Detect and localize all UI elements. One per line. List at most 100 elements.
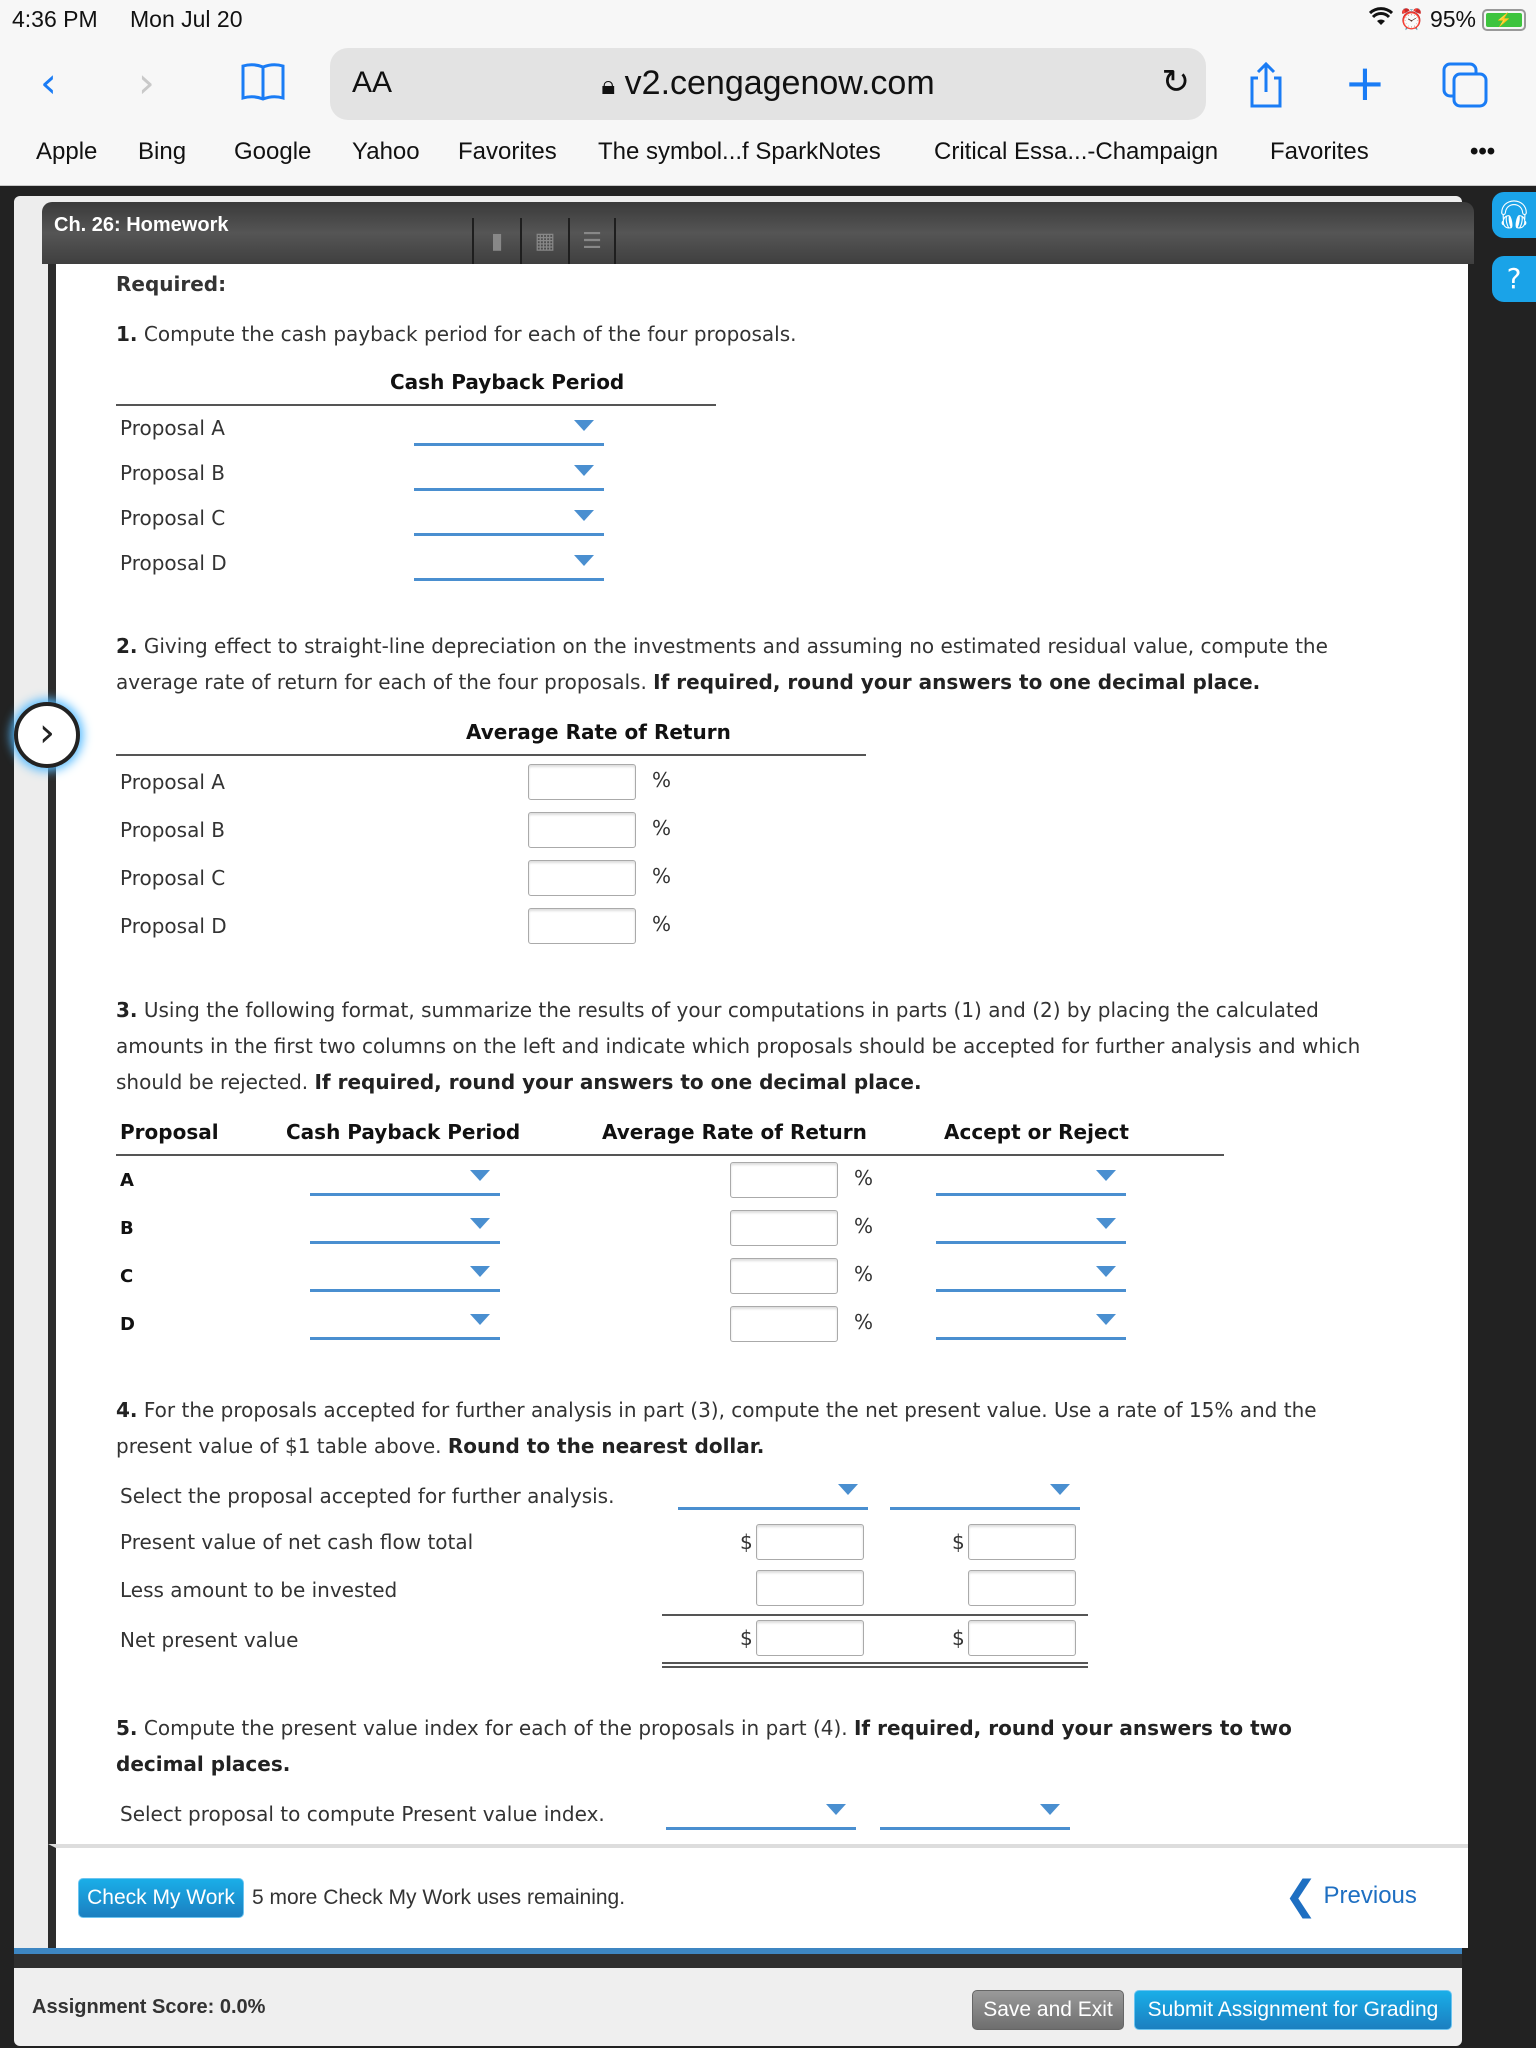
part2-arr-input-d[interactable] — [528, 908, 636, 944]
back-icon[interactable]: ‹ — [40, 58, 57, 108]
part4-row-label: Less amount to be invested — [120, 1578, 398, 1602]
book-icon[interactable] — [240, 62, 286, 113]
part4-invested-input-2[interactable] — [968, 1570, 1076, 1606]
reload-icon[interactable]: ↻ — [1162, 62, 1191, 102]
toolbar: ▮ ▦ ☰ — [472, 218, 616, 266]
part3-prompt-line3: should be rejected. If required, round y… — [116, 1070, 922, 1094]
bookmark-yahoo[interactable]: Yahoo — [352, 138, 420, 166]
alarm-icon: ⏰ — [1399, 9, 1424, 31]
part5-proposal-dropdown-2[interactable] — [880, 1796, 1070, 1830]
tabs-icon[interactable] — [1442, 62, 1490, 119]
part3-row-label: B — [120, 1218, 134, 1239]
part3-payback-dropdown-d[interactable] — [310, 1306, 500, 1340]
part4-subtotal-rule — [662, 1614, 1088, 1616]
bookmark-favorites[interactable]: Favorites — [458, 138, 557, 166]
percent-sign: % — [854, 1166, 874, 1190]
part3-row-label: A — [120, 1170, 134, 1191]
ebook-icon[interactable]: ▮ — [472, 218, 520, 266]
percent-sign: % — [854, 1310, 874, 1334]
part4-invested-input-1[interactable] — [756, 1570, 864, 1606]
battery-percent: 95% — [1429, 6, 1476, 32]
part1-payback-dropdown-b[interactable] — [414, 457, 604, 491]
part4-npv-input-1[interactable] — [756, 1620, 864, 1656]
status-bar: 4:36 PM Mon Jul 20 ⏰ 95% ⚡ — [12, 6, 1526, 36]
part1-row-label: Proposal D — [120, 551, 227, 575]
part3-arr-input-a[interactable] — [730, 1162, 838, 1198]
part4-total-double-rule — [662, 1662, 1088, 1668]
part3-accept-dropdown-d[interactable] — [936, 1306, 1126, 1340]
bookmark-apple[interactable]: Apple — [36, 138, 97, 166]
percent-sign: % — [652, 912, 672, 936]
part3-payback-dropdown-b[interactable] — [310, 1210, 500, 1244]
bookmark-critical-essays[interactable]: Critical Essa...-Champaign — [934, 138, 1218, 166]
bookmark-sparknotes[interactable]: The symbol...f SparkNotes — [598, 138, 881, 166]
more-bookmarks-icon[interactable]: ••• — [1470, 138, 1495, 166]
part3-arr-input-b[interactable] — [730, 1210, 838, 1246]
new-tab-icon[interactable]: + — [1344, 58, 1386, 108]
check-my-work-button[interactable]: Check My Work — [78, 1878, 244, 1918]
part2-arr-input-b[interactable] — [528, 812, 636, 848]
part4-proposal-dropdown-1[interactable] — [678, 1476, 868, 1510]
notes-icon[interactable]: ☰ — [568, 218, 616, 266]
part5-prompt-line2: decimal places. — [116, 1752, 291, 1776]
bookmark-bing[interactable]: Bing — [138, 138, 186, 166]
assignment-bottom-bar: Assignment Score: 0.0% Save and Exit Sub… — [14, 1968, 1462, 2046]
expand-panel-button[interactable]: › — [14, 702, 80, 768]
status-time: 4:36 PM — [12, 6, 98, 32]
part4-npv-input-2[interactable] — [968, 1620, 1076, 1656]
footer-band — [14, 1954, 1462, 1968]
part4-proposal-dropdown-2[interactable] — [890, 1476, 1080, 1510]
part3-payback-dropdown-c[interactable] — [310, 1258, 500, 1292]
part1-payback-dropdown-a[interactable] — [414, 412, 604, 446]
status-right: ⏰ 95% ⚡ — [1369, 6, 1526, 33]
part3-prompt-line1: 3. Using the following format, summarize… — [116, 998, 1319, 1022]
part5-proposal-dropdown-1[interactable] — [666, 1796, 856, 1830]
percent-sign: % — [652, 816, 672, 840]
previous-label: Previous — [1323, 1882, 1417, 1909]
part3-arr-input-c[interactable] — [730, 1258, 838, 1294]
part3-payback-dropdown-a[interactable] — [310, 1162, 500, 1196]
part1-column-header: Cash Payback Period — [390, 370, 625, 394]
percent-sign: % — [652, 768, 672, 792]
forward-icon[interactable]: › — [138, 58, 155, 108]
headset-icon[interactable]: 🎧︎ — [1492, 192, 1536, 238]
bookmarks-bar: Apple Bing Google Yahoo Favorites The sy… — [0, 138, 1536, 172]
part2-row-label: Proposal D — [120, 914, 227, 938]
part3-accept-dropdown-b[interactable] — [936, 1210, 1126, 1244]
part2-arr-input-c[interactable] — [528, 860, 636, 896]
submit-assignment-button[interactable]: Submit Assignment for Grading — [1134, 1990, 1452, 2030]
part3-header-proposal: Proposal — [120, 1120, 219, 1144]
assignment-score: Assignment Score: 0.0% — [32, 1996, 266, 2018]
part1-prompt: 1. Compute the cash payback period for e… — [116, 322, 797, 346]
calculator-icon[interactable]: ▦ — [520, 218, 568, 266]
lock-icon: 🔒︎ — [601, 70, 616, 100]
dollar-sign: $ — [740, 1626, 753, 1650]
part4-pv-input-2[interactable] — [968, 1524, 1076, 1560]
part2-row-label: Proposal A — [120, 770, 225, 794]
part1-row-label: Proposal A — [120, 416, 225, 440]
part2-arr-input-a[interactable] — [528, 764, 636, 800]
bookmark-favorites-2[interactable]: Favorites — [1270, 138, 1369, 166]
share-icon[interactable] — [1246, 61, 1286, 119]
percent-sign: % — [854, 1214, 874, 1238]
battery-charging-icon: ⚡ — [1482, 8, 1526, 31]
part2-header-rule — [116, 754, 866, 756]
part3-accept-dropdown-a[interactable] — [936, 1162, 1126, 1196]
previous-button[interactable]: ❮ Previous — [1284, 1874, 1417, 1918]
part3-accept-dropdown-c[interactable] — [936, 1258, 1126, 1292]
part4-pv-input-1[interactable] — [756, 1524, 864, 1560]
browser-chrome: 4:36 PM Mon Jul 20 ⏰ 95% ⚡ ‹ › AA 🔒︎ v2.… — [0, 0, 1536, 186]
url-display[interactable]: 🔒︎ v2.cengagenow.com — [330, 64, 1206, 103]
percent-sign: % — [854, 1262, 874, 1286]
save-and-exit-button[interactable]: Save and Exit — [972, 1990, 1124, 2030]
help-icon[interactable]: ? — [1492, 256, 1536, 302]
browser-toolbar: ‹ › AA 🔒︎ v2.cengagenow.com ↻ + — [0, 48, 1536, 120]
part1-payback-dropdown-d[interactable] — [414, 547, 604, 581]
part4-row-label: Present value of net cash flow total — [120, 1530, 474, 1554]
status-date: Mon Jul 20 — [130, 6, 243, 32]
dollar-sign: $ — [952, 1626, 965, 1650]
part1-payback-dropdown-c[interactable] — [414, 502, 604, 536]
bookmark-google[interactable]: Google — [234, 138, 311, 166]
address-bar[interactable]: AA 🔒︎ v2.cengagenow.com ↻ — [330, 48, 1206, 120]
part3-arr-input-d[interactable] — [730, 1306, 838, 1342]
